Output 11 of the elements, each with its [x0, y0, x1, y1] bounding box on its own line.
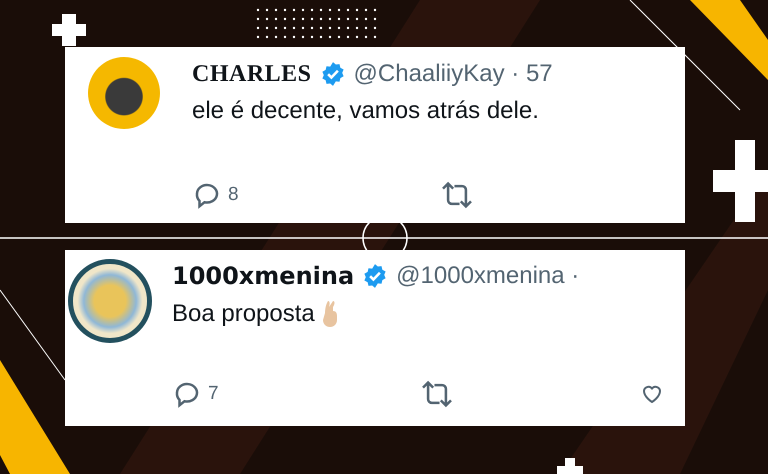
- reply-count: 7: [208, 383, 219, 405]
- handle-and-time: @ChaaliiyKay · 57: [354, 60, 553, 88]
- retweet-icon[interactable]: [420, 380, 454, 408]
- display-name[interactable]: CHARLES: [192, 60, 312, 88]
- plus-shape: [557, 458, 583, 474]
- reply-count: 8: [228, 184, 239, 206]
- display-name[interactable]: 1000xmenina: [172, 262, 354, 290]
- retweet-icon[interactable]: [440, 181, 474, 209]
- tweet-text: ele é decente, vamos atrás dele.: [192, 97, 539, 125]
- handle-and-time: @1000xmenina ·: [396, 262, 580, 290]
- tweet-text: Boa proposta: [172, 300, 315, 328]
